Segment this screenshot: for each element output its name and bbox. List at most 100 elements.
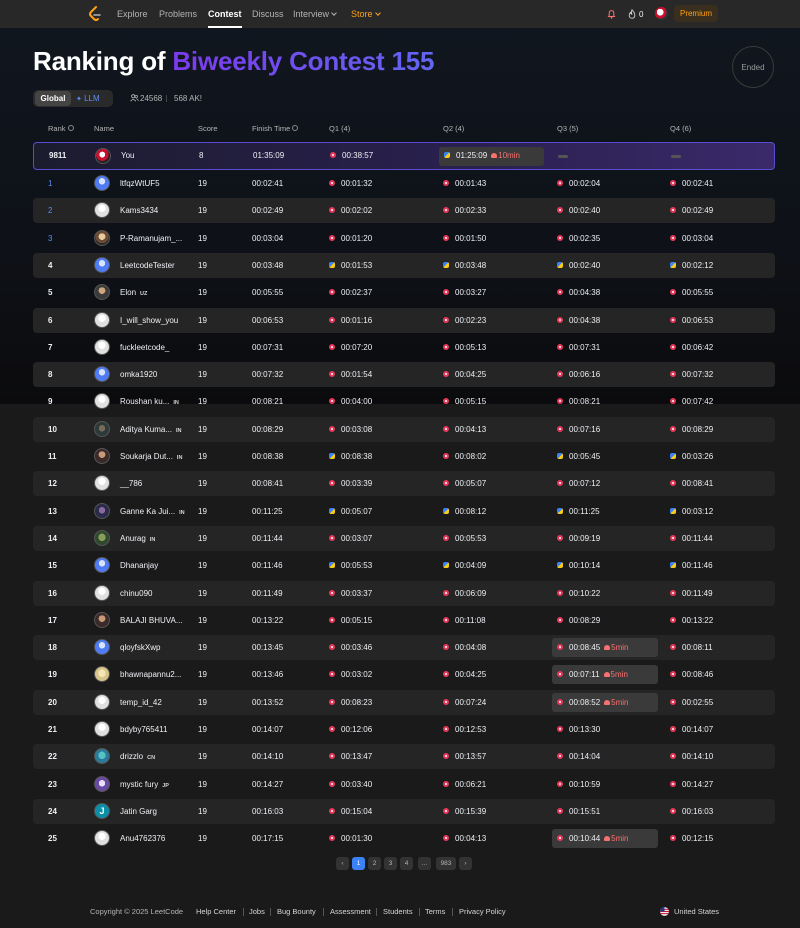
q3-cell[interactable]: 00:02:04 (557, 171, 600, 196)
q4-cell[interactable]: 00:03:26 (670, 444, 713, 469)
q4-cell[interactable]: 00:14:07 (670, 717, 713, 742)
username-cell[interactable]: Jatin Garg (120, 799, 157, 824)
page-button[interactable]: 3 (384, 857, 397, 870)
username-cell[interactable]: I_will_show_you (120, 308, 178, 333)
q3-cell[interactable]: 00:04:38 (557, 308, 600, 333)
q2-cell[interactable]: 00:05:53 (443, 526, 486, 551)
username[interactable]: Kams3434 (120, 206, 158, 215)
username-cell[interactable]: drizzlo CN (120, 744, 155, 769)
q1-cell[interactable]: 00:02:02 (329, 198, 372, 223)
table-row[interactable]: 8 omka1920 19 00:07:32 00:01:54 00:04:25 00:06… (33, 362, 775, 387)
q1-cell[interactable]: 00:01:54 (329, 362, 372, 387)
username[interactable]: P-Ramanujam_... (120, 234, 182, 243)
q4-cell[interactable]: 00:12:15 (670, 826, 713, 851)
username[interactable]: Ganne Ka Jui... (120, 507, 175, 516)
username[interactable]: BALAJI BHUVA... (120, 616, 183, 625)
avatar[interactable] (94, 776, 110, 792)
avatar[interactable] (94, 666, 110, 682)
avatar[interactable] (94, 694, 110, 710)
q2-cell[interactable]: 00:02:33 (443, 198, 486, 223)
header-q4[interactable]: Q4 (6) (670, 124, 691, 134)
username-cell[interactable]: mystic fury JP (120, 772, 169, 797)
footer-terms[interactable]: Terms (425, 907, 445, 916)
q3-cell[interactable]: 00:05:45 (557, 444, 600, 469)
q4-cell[interactable]: 00:06:42 (670, 335, 713, 360)
table-row[interactable]: 10 Aditya Kuma... IN 19 00:08:29 00:03:08 00:0… (33, 417, 775, 442)
username[interactable]: Anurag (120, 534, 146, 543)
username[interactable]: Dhananjay (120, 561, 158, 570)
avatar[interactable] (94, 612, 110, 628)
q4-cell[interactable]: 00:07:32 (670, 362, 713, 387)
username-cell[interactable]: bdyby765411 (120, 717, 167, 742)
streak-fire-icon[interactable] (628, 9, 636, 19)
username[interactable]: bdyby765411 (120, 725, 167, 734)
username[interactable]: mystic fury (120, 780, 158, 789)
q1-cell[interactable]: 00:07:20 (329, 335, 372, 360)
username[interactable]: ltfqzWtUF5 (120, 179, 160, 188)
notification-bell-icon[interactable] (607, 9, 616, 19)
username[interactable]: Roushan ku... (120, 397, 169, 406)
username[interactable]: Jatin Garg (120, 807, 157, 816)
avatar[interactable] (94, 475, 110, 491)
username-cell[interactable]: temp_id_42 (120, 690, 162, 715)
q2-cell[interactable]: 00:04:09 (443, 553, 486, 578)
avatar[interactable] (94, 448, 110, 464)
avatar[interactable] (94, 530, 110, 546)
q2-cell[interactable]: 00:13:57 (443, 744, 486, 769)
avatar[interactable] (94, 257, 110, 273)
q1-cell[interactable]: 00:03:40 (329, 772, 372, 797)
q1-cell[interactable]: 00:08:38 (329, 444, 372, 469)
footer-help-center[interactable]: Help Center (196, 907, 236, 916)
table-row[interactable]: 2 Kams3434 19 00:02:49 00:02:02 00:02:33 00:02… (33, 198, 775, 223)
avatar[interactable] (94, 175, 110, 191)
q2-cell[interactable]: 00:06:09 (443, 581, 486, 606)
q3-cell[interactable]: 00:10:44 5min (557, 826, 628, 851)
q3-cell[interactable]: 00:02:40 (557, 253, 600, 278)
table-row[interactable]: 19 bhawnapannu2... 19 00:13:46 00:03:02 00:04… (33, 662, 775, 687)
q3-cell[interactable]: 00:02:40 (557, 198, 600, 223)
username[interactable]: LeetcodeTester (120, 261, 175, 270)
username-cell[interactable]: Anu4762376 (120, 826, 165, 851)
nav-discuss[interactable]: Discuss (252, 0, 284, 28)
table-row[interactable]: 9 Roushan ku... IN 19 00:08:21 00:04:00 00:05:… (33, 389, 775, 414)
q2-cell[interactable]: 00:07:24 (443, 690, 486, 715)
q4-cell[interactable]: 00:11:46 (670, 553, 713, 578)
q1-cell[interactable]: 00:13:47 (329, 744, 372, 769)
q2-cell[interactable]: 00:02:23 (443, 308, 486, 333)
q1-cell[interactable]: 00:03:46 (329, 635, 372, 660)
q4-cell[interactable]: 00:02:55 (670, 690, 713, 715)
q3-cell[interactable]: 00:15:51 (557, 799, 600, 824)
q1-cell[interactable]: 00:01:32 (329, 171, 372, 196)
header-q1[interactable]: Q1 (4) (329, 124, 350, 134)
username-cell[interactable]: omka1920 (120, 362, 157, 387)
q1-cell[interactable]: 00:01:30 (329, 826, 372, 851)
table-row[interactable]: 11 Soukarja Dut... IN 19 00:08:38 00:08:38 00:… (33, 444, 775, 469)
table-row[interactable]: 12 __786 19 00:08:41 00:03:39 00:05:07 00:07:1… (33, 471, 775, 496)
username[interactable]: Soukarja Dut... (120, 452, 173, 461)
username[interactable]: omka1920 (120, 370, 157, 379)
q3-cell[interactable]: 00:13:30 (557, 717, 600, 742)
q3-cell[interactable]: 00:08:21 (557, 389, 600, 414)
q1-cell[interactable]: 00:03:08 (329, 417, 372, 442)
q3-cell[interactable]: 00:08:45 5min (557, 635, 628, 660)
nav-explore[interactable]: Explore (117, 0, 148, 28)
q4-cell[interactable]: 00:08:11 (670, 635, 713, 660)
q2-cell[interactable]: 00:12:53 (443, 717, 486, 742)
nav-interview[interactable]: Interview (293, 0, 337, 28)
q2-cell[interactable]: 00:08:02 (443, 444, 486, 469)
q3-cell[interactable]: 00:11:25 (557, 499, 600, 524)
q2-cell[interactable]: 00:05:07 (443, 471, 486, 496)
leetcode-logo-icon[interactable] (88, 6, 102, 22)
avatar[interactable] (95, 148, 111, 164)
avatar[interactable] (94, 585, 110, 601)
table-row[interactable]: 23 mystic fury JP 19 00:14:27 00:03:40 00:06:2… (33, 772, 775, 797)
table-row[interactable]: 3 P-Ramanujam_... 19 00:03:04 00:01:20 00:01:… (33, 226, 775, 251)
page-button[interactable]: 983 (436, 857, 456, 870)
q4-cell[interactable]: 00:06:53 (670, 308, 713, 333)
avatar[interactable] (94, 339, 110, 355)
q3-cell[interactable]: 00:14:04 (557, 744, 600, 769)
q1-cell[interactable]: 00:05:07 (329, 499, 372, 524)
username-cell[interactable]: Dhananjay (120, 553, 158, 578)
footer-bug-bounty[interactable]: Bug Bounty (277, 907, 316, 916)
username-cell[interactable]: fuckleetcode_ (120, 335, 169, 360)
